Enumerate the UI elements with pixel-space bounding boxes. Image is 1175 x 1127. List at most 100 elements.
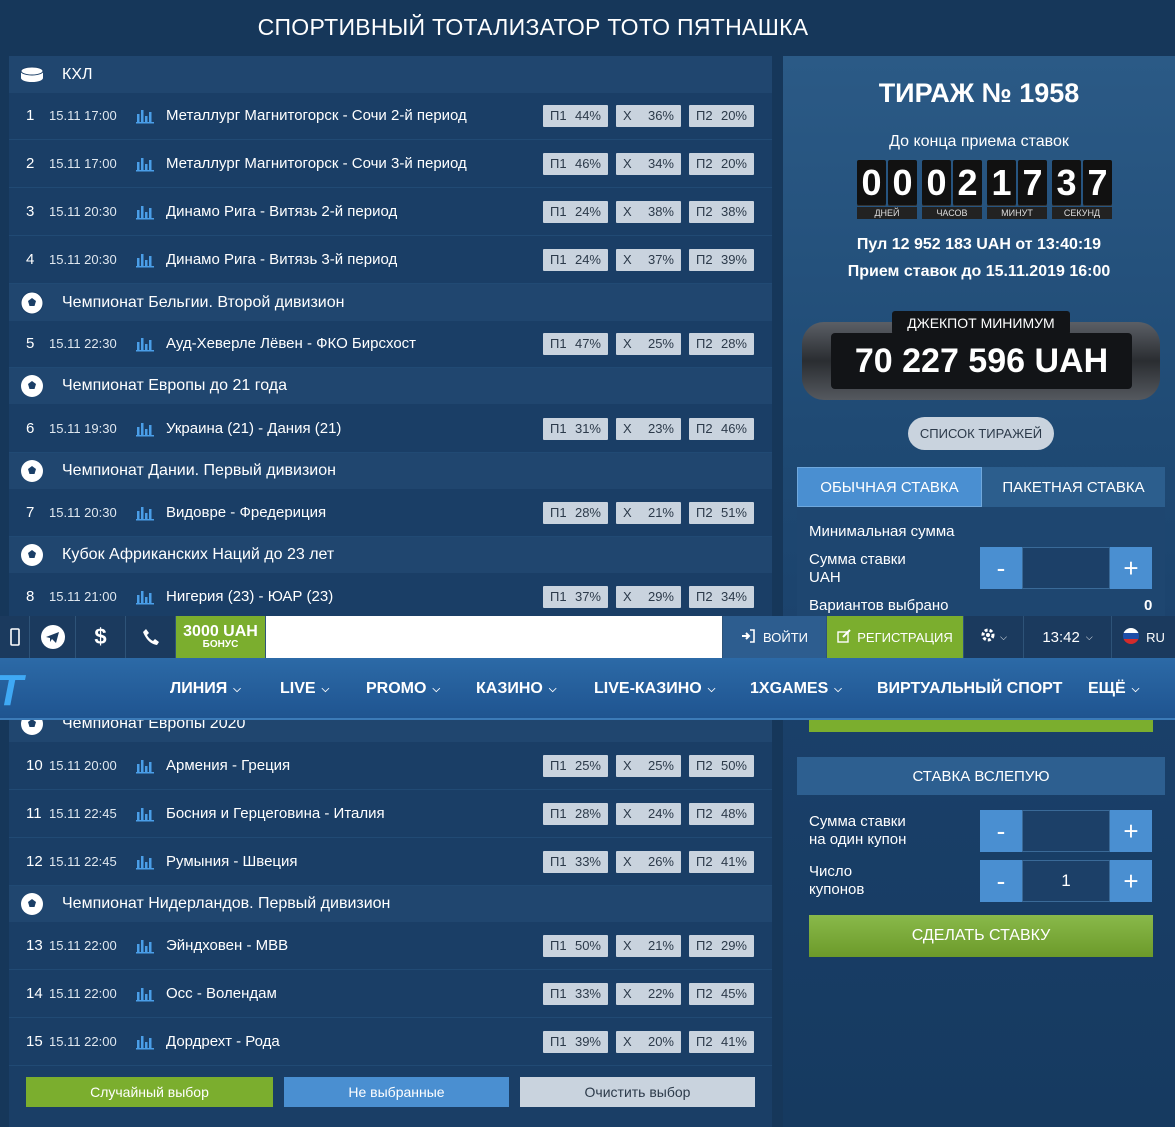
- nav-item-line[interactable]: ЛИНИЯ ⌵: [170, 680, 241, 698]
- odd-p1-button[interactable]: П1 24%: [543, 200, 608, 223]
- random-choice-button[interactable]: Случайный выбор: [26, 1077, 273, 1107]
- decrease-button[interactable]: -: [980, 547, 1022, 589]
- odd-p1-button[interactable]: П1 39%: [543, 1030, 608, 1053]
- odd-p2-button[interactable]: П2 29%: [689, 934, 754, 957]
- tab-regular-bet[interactable]: ОБЫЧНАЯ СТАВКА: [797, 467, 982, 507]
- odd-p2-button[interactable]: П2 41%: [689, 850, 754, 873]
- stats-chart-icon[interactable]: [135, 986, 166, 1002]
- odd-p1-button[interactable]: П1 28%: [543, 501, 608, 524]
- bonus-badge[interactable]: 3000 UAH БОНУС: [176, 616, 266, 658]
- odd-p1-button[interactable]: П1 44%: [543, 104, 608, 127]
- increase-button[interactable]: +: [1110, 860, 1152, 902]
- decrease-button[interactable]: -: [980, 810, 1022, 852]
- increase-button[interactable]: +: [1110, 547, 1152, 589]
- dollar-icon[interactable]: $: [76, 616, 126, 658]
- draw-list-button[interactable]: СПИСОК ТИРАЖЕЙ: [908, 417, 1054, 450]
- clear-choice-button[interactable]: Очистить выбор: [520, 1077, 755, 1107]
- phone-icon[interactable]: [126, 616, 176, 658]
- register-button[interactable]: РЕГИСТРАЦИЯ: [827, 616, 964, 658]
- odd-p2-button[interactable]: П2 48%: [689, 802, 754, 825]
- odd-x-button[interactable]: Х 20%: [616, 1030, 681, 1053]
- blind-sum-input[interactable]: [1022, 810, 1110, 852]
- odd-x-button[interactable]: Х 21%: [616, 934, 681, 957]
- stats-chart-icon[interactable]: [135, 505, 166, 521]
- odd-x-button[interactable]: Х 37%: [616, 248, 681, 271]
- nav-item-more[interactable]: ЕЩЁ ⌵: [1088, 680, 1139, 698]
- stats-chart-icon[interactable]: [135, 421, 166, 437]
- mobile-icon[interactable]: [0, 616, 30, 658]
- login-button[interactable]: ВОЙТИ: [723, 616, 827, 658]
- nav-item-casino[interactable]: КАЗИНО ⌵: [476, 680, 556, 698]
- odd-x-button[interactable]: Х 23%: [616, 417, 681, 440]
- stats-chart-icon[interactable]: [135, 336, 166, 352]
- odd-x-button[interactable]: Х 25%: [616, 754, 681, 777]
- odd-p2-button[interactable]: П2 20%: [689, 104, 754, 127]
- odd-p1-button[interactable]: П1 46%: [543, 152, 608, 175]
- odd-x-button[interactable]: Х 21%: [616, 501, 681, 524]
- time-display[interactable]: 13:42 ⌵: [1024, 616, 1112, 658]
- odds-group: П1 33% Х 26% П2 41%: [543, 850, 754, 873]
- odd-x-button[interactable]: Х 29%: [616, 585, 681, 608]
- odd-p1-button[interactable]: П1 47%: [543, 332, 608, 355]
- stats-chart-icon[interactable]: [135, 252, 166, 268]
- odd-p2-button[interactable]: П2 38%: [689, 200, 754, 223]
- stats-chart-icon[interactable]: [135, 758, 166, 774]
- nav-item-live[interactable]: LIVE ⌵: [280, 680, 329, 698]
- odd-x-button[interactable]: Х 24%: [616, 802, 681, 825]
- nav-item-promo[interactable]: PROMO ⌵: [366, 680, 440, 698]
- odd-p2-button[interactable]: П2 39%: [689, 248, 754, 271]
- odd-p1-button[interactable]: П1 25%: [543, 754, 608, 777]
- odd-p2-button[interactable]: П2 46%: [689, 417, 754, 440]
- odd-p1-button[interactable]: П1 33%: [543, 982, 608, 1005]
- language-selector[interactable]: RU: [1112, 616, 1175, 658]
- unselected-button[interactable]: Не выбранные: [284, 1077, 509, 1107]
- odd-p2-button[interactable]: П2 50%: [689, 754, 754, 777]
- odd-p1-button[interactable]: П1 31%: [543, 417, 608, 440]
- odd-p2-button[interactable]: П2 20%: [689, 152, 754, 175]
- odd-p1-button[interactable]: П1 28%: [543, 802, 608, 825]
- timer-digit: 7: [1083, 160, 1112, 206]
- odd-p2-button[interactable]: П2 28%: [689, 332, 754, 355]
- coupons-input[interactable]: 1: [1022, 860, 1110, 902]
- odd-p1-button[interactable]: П1 37%: [543, 585, 608, 608]
- stats-chart-icon[interactable]: [135, 156, 166, 172]
- odd-value: 47%: [574, 336, 601, 351]
- bet-sum-input[interactable]: [1022, 547, 1110, 589]
- stats-chart-icon[interactable]: [135, 1034, 166, 1050]
- decrease-button[interactable]: -: [980, 860, 1022, 902]
- stats-chart-icon[interactable]: [135, 204, 166, 220]
- odd-p2-button[interactable]: П2 45%: [689, 982, 754, 1005]
- increase-button[interactable]: +: [1110, 810, 1152, 852]
- odd-x-button[interactable]: Х 34%: [616, 152, 681, 175]
- odd-x-button[interactable]: Х 36%: [616, 104, 681, 127]
- make-bet-button[interactable]: СДЕЛАТЬ СТАВКУ: [809, 915, 1153, 957]
- nav-item-1xgames[interactable]: 1XGAMES ⌵: [750, 680, 842, 698]
- odd-p2-button[interactable]: П2 34%: [689, 585, 754, 608]
- telegram-icon[interactable]: [30, 616, 76, 658]
- odd-p1-button[interactable]: П1 24%: [543, 248, 608, 271]
- make-bet-button-partial[interactable]: [809, 720, 1153, 732]
- odd-x-button[interactable]: Х 26%: [616, 850, 681, 873]
- tab-package-bet[interactable]: ПАКЕТНАЯ СТАВКА: [982, 467, 1165, 507]
- stats-chart-icon[interactable]: [135, 854, 166, 870]
- stats-chart-icon[interactable]: [135, 589, 166, 605]
- odd-x-button[interactable]: Х 38%: [616, 200, 681, 223]
- odd-p1-button[interactable]: П1 50%: [543, 934, 608, 957]
- stats-chart-icon[interactable]: [135, 806, 166, 822]
- odd-x-button[interactable]: Х 22%: [616, 982, 681, 1005]
- nav-item-live-casino[interactable]: LIVE-КАЗИНО ⌵: [594, 680, 715, 698]
- register-label: РЕГИСТРАЦИЯ: [857, 629, 953, 645]
- stats-chart-icon[interactable]: [135, 108, 166, 124]
- timer-digit: 1: [987, 160, 1016, 206]
- odd-x-button[interactable]: Х 25%: [616, 332, 681, 355]
- nav-item-virtual-sport[interactable]: ВИРТУАЛЬНЫЙ СПОРТ: [877, 680, 1062, 698]
- odd-p2-button[interactable]: П2 41%: [689, 1030, 754, 1053]
- odd-value: 38%: [720, 204, 747, 219]
- stats-chart-icon[interactable]: [135, 938, 166, 954]
- odd-value: 38%: [647, 204, 674, 219]
- nav-label: PROMO: [366, 680, 427, 697]
- odd-p1-button[interactable]: П1 33%: [543, 850, 608, 873]
- settings-button[interactable]: ⌵: [964, 616, 1024, 658]
- site-logo[interactable]: T: [0, 666, 23, 716]
- odd-p2-button[interactable]: П2 51%: [689, 501, 754, 524]
